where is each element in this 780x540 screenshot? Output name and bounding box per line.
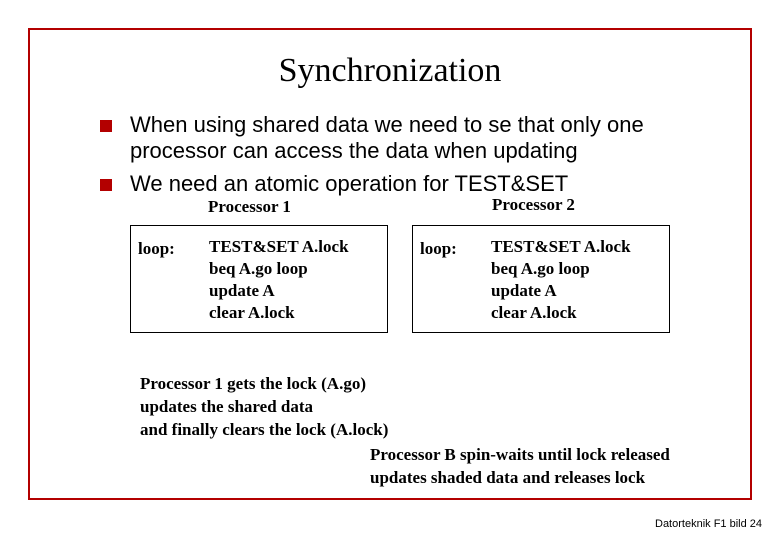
- processor-2-label: Processor 2: [492, 195, 575, 215]
- note-processor-b: Processor B spin-waits until lock releas…: [370, 444, 720, 490]
- slide-frame: Synchronization When using shared data w…: [28, 28, 752, 500]
- processor-2-loop-label: loop:: [420, 239, 457, 259]
- square-bullet-icon: [100, 179, 112, 191]
- bullet-text: When using shared data we need to se tha…: [130, 112, 720, 165]
- processor-1-loop-label: loop:: [138, 239, 175, 259]
- slide-footer: Datorteknik F1 bild 24: [655, 518, 762, 530]
- slide: Synchronization When using shared data w…: [0, 0, 780, 540]
- bullet-item: We need an atomic operation for TEST&SET: [100, 171, 720, 197]
- processor-2-code: TEST&SET A.lock beq A.go loop update A c…: [491, 236, 631, 324]
- processor-1-code: TEST&SET A.lock beq A.go loop update A c…: [209, 236, 349, 324]
- processor-1-label: Processor 1: [208, 197, 291, 217]
- bullet-text: We need an atomic operation for TEST&SET: [130, 171, 568, 197]
- bullet-list: When using shared data we need to se tha…: [100, 112, 720, 197]
- square-bullet-icon: [100, 120, 112, 132]
- explanatory-notes: Processor 1 gets the lock (A.go) updates…: [60, 373, 720, 490]
- note-processor-1: Processor 1 gets the lock (A.go) updates…: [140, 373, 720, 442]
- slide-title: Synchronization: [60, 52, 720, 90]
- bullet-item: When using shared data we need to se tha…: [100, 112, 720, 165]
- processor-diagram: Processor 1 Processor 2 TEST&SET A.lock …: [60, 197, 720, 367]
